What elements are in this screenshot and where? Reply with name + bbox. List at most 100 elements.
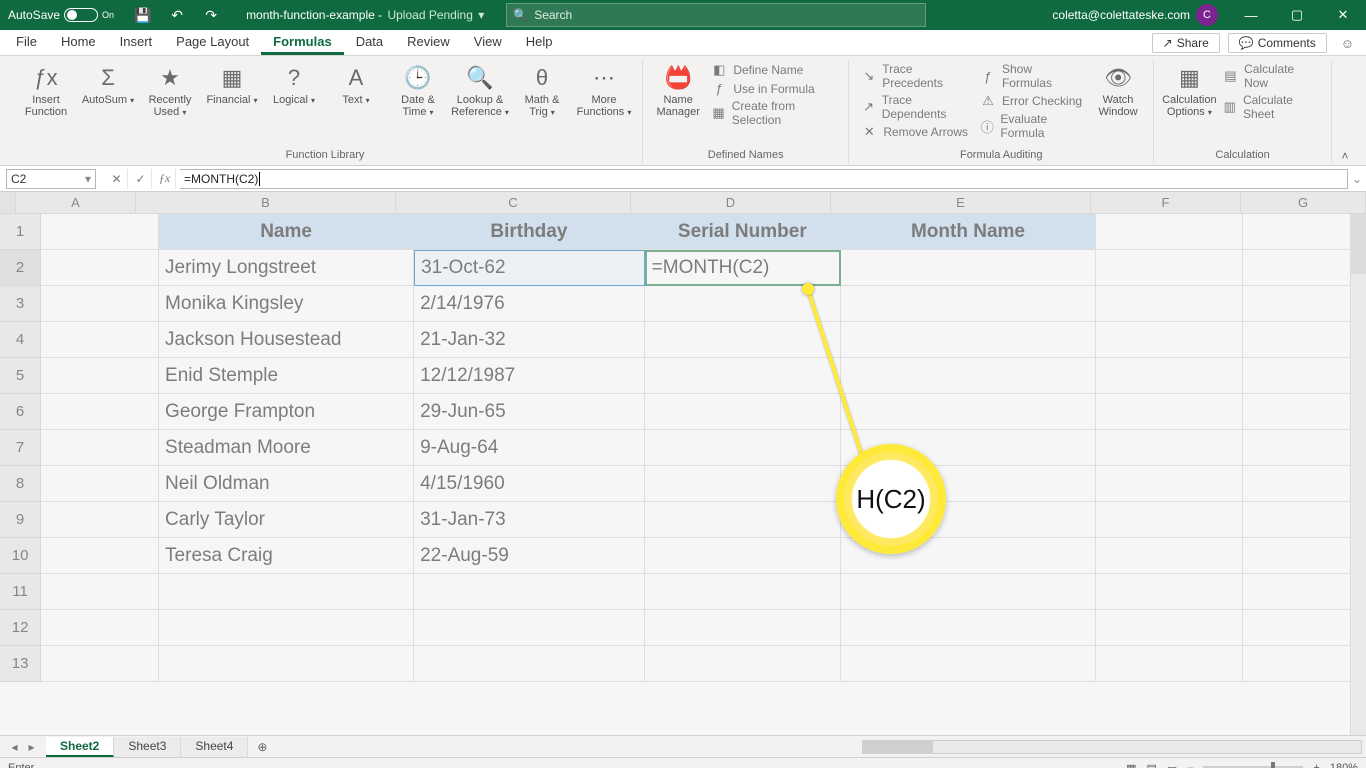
cell-G6[interactable] xyxy=(1243,394,1366,430)
cell-B1[interactable]: Name xyxy=(159,214,414,250)
sheet-tab-sheet3[interactable]: Sheet3 xyxy=(114,737,181,757)
evaluate-formula-button[interactable]: ⓘEvaluate Formula xyxy=(980,112,1085,140)
row-header-10[interactable]: 10 xyxy=(0,538,41,574)
cell-D1[interactable]: Serial Number xyxy=(645,214,841,250)
cell-C9[interactable]: 31-Jan-73 xyxy=(414,502,645,538)
cell-B8[interactable]: Neil Oldman xyxy=(159,466,414,502)
calculate-now-button[interactable]: ▤Calculate Now xyxy=(1223,62,1319,90)
row-header-6[interactable]: 6 xyxy=(0,394,41,430)
trace-dependents-button[interactable]: ↗Trace Dependents xyxy=(861,93,970,121)
sheet-tab-sheet2[interactable]: Sheet2 xyxy=(46,737,114,757)
cell-C7[interactable]: 9-Aug-64 xyxy=(414,430,645,466)
cell-C10[interactable]: 22-Aug-59 xyxy=(414,538,645,574)
more-functions-button[interactable]: ⋯MoreFunctions ▾ xyxy=(574,60,634,122)
expand-formula-bar-button[interactable]: ⌄ xyxy=(1348,172,1366,186)
cell-C2[interactable]: 31-Oct-62 xyxy=(414,250,645,286)
cell-E5[interactable] xyxy=(841,358,1096,394)
cell-G12[interactable] xyxy=(1243,610,1366,646)
user-account[interactable]: coletta@colettateske.com C xyxy=(1042,4,1228,26)
lookup-reference-button[interactable]: 🔍Lookup &Reference ▾ xyxy=(450,60,510,122)
zoom-in-button[interactable]: + xyxy=(1313,762,1319,768)
cell-D9[interactable] xyxy=(645,502,841,538)
cell-A4[interactable] xyxy=(41,322,159,358)
row-header-2[interactable]: 2 xyxy=(0,250,41,286)
row-header-9[interactable]: 9 xyxy=(0,502,41,538)
define-name-button[interactable]: ◧Define Name xyxy=(711,62,836,78)
formula-input[interactable]: =MONTH(C2) xyxy=(180,169,1348,189)
math-trig-button[interactable]: θMath &Trig ▾ xyxy=(512,60,572,122)
cell-B3[interactable]: Monika Kingsley xyxy=(159,286,414,322)
remove-arrows-button[interactable]: ✕Remove Arrows xyxy=(861,124,970,140)
cell-C6[interactable]: 29-Jun-65 xyxy=(414,394,645,430)
cell-B11[interactable] xyxy=(159,574,414,610)
cell-B10[interactable]: Teresa Craig xyxy=(159,538,414,574)
column-header-A[interactable]: A xyxy=(16,192,136,213)
comments-button[interactable]: 💬Comments xyxy=(1228,33,1327,53)
row-header-3[interactable]: 3 xyxy=(0,286,41,322)
cell-B2[interactable]: Jerimy Longstreet xyxy=(159,250,414,286)
logical-button[interactable]: ?Logical ▾ xyxy=(264,60,324,110)
cell-A10[interactable] xyxy=(41,538,159,574)
smiley-icon[interactable]: ☺ xyxy=(1335,36,1360,51)
cell-D5[interactable] xyxy=(645,358,841,394)
cell-C1[interactable]: Birthday xyxy=(414,214,645,250)
cell-G13[interactable] xyxy=(1243,646,1366,682)
cell-F4[interactable] xyxy=(1096,322,1243,358)
maximize-button[interactable]: ▢ xyxy=(1274,0,1320,30)
cell-E6[interactable] xyxy=(841,394,1096,430)
sheet-nav[interactable]: ◂▸ xyxy=(0,740,46,754)
calculate-sheet-button[interactable]: ▥Calculate Sheet xyxy=(1223,93,1319,121)
use-in-formula-button[interactable]: ƒUse in Formula xyxy=(711,81,836,96)
toggle-switch[interactable] xyxy=(64,8,98,22)
cell-B12[interactable] xyxy=(159,610,414,646)
cell-C8[interactable]: 4/15/1960 xyxy=(414,466,645,502)
zoom-level[interactable]: 180% xyxy=(1330,762,1358,768)
horizontal-scrollbar[interactable] xyxy=(276,740,1366,754)
cell-A12[interactable] xyxy=(41,610,159,646)
row-header-5[interactable]: 5 xyxy=(0,358,41,394)
cell-G5[interactable] xyxy=(1243,358,1366,394)
undo-icon[interactable]: ↶ xyxy=(164,4,190,26)
tab-file[interactable]: File xyxy=(4,30,49,55)
cell-A2[interactable] xyxy=(41,250,159,286)
cell-F8[interactable] xyxy=(1096,466,1243,502)
view-normal-icon[interactable]: ▦ xyxy=(1126,762,1136,768)
row-header-4[interactable]: 4 xyxy=(0,322,41,358)
watch-window-button[interactable]: 👁WatchWindow xyxy=(1091,60,1145,122)
recently-used-button[interactable]: ★RecentlyUsed ▾ xyxy=(140,60,200,122)
column-header-B[interactable]: B xyxy=(136,192,396,213)
cancel-formula-button[interactable]: ✕ xyxy=(106,169,128,189)
tab-home[interactable]: Home xyxy=(49,30,108,55)
cell-A1[interactable] xyxy=(41,214,159,250)
column-header-C[interactable]: C xyxy=(396,192,631,213)
search-box[interactable]: 🔍 Search xyxy=(506,3,926,27)
cell-F1[interactable] xyxy=(1096,214,1243,250)
cell-C13[interactable] xyxy=(414,646,645,682)
row-header-7[interactable]: 7 xyxy=(0,430,41,466)
cell-D11[interactable] xyxy=(645,574,841,610)
column-header-G[interactable]: G xyxy=(1241,192,1366,213)
show-formulas-button[interactable]: ƒShow Formulas xyxy=(980,62,1085,90)
cell-F2[interactable] xyxy=(1096,250,1243,286)
cell-G1[interactable] xyxy=(1243,214,1366,250)
cell-B13[interactable] xyxy=(159,646,414,682)
cell-G11[interactable] xyxy=(1243,574,1366,610)
cell-A9[interactable] xyxy=(41,502,159,538)
tab-review[interactable]: Review xyxy=(395,30,462,55)
sheet-tab-sheet4[interactable]: Sheet4 xyxy=(181,737,248,757)
cell-D13[interactable] xyxy=(645,646,841,682)
row-header-1[interactable]: 1 xyxy=(0,214,41,250)
text-button[interactable]: AText ▾ xyxy=(326,60,386,110)
column-header-D[interactable]: D xyxy=(631,192,831,213)
tab-formulas[interactable]: Formulas xyxy=(261,30,344,55)
zoom-out-button[interactable]: – xyxy=(1187,762,1193,768)
cell-D7[interactable] xyxy=(645,430,841,466)
name-manager-button[interactable]: 📛NameManager xyxy=(651,60,705,122)
cell-G4[interactable] xyxy=(1243,322,1366,358)
cell-B5[interactable]: Enid Stemple xyxy=(159,358,414,394)
cell-E12[interactable] xyxy=(841,610,1096,646)
cell-D2[interactable]: =MONTH(C2) xyxy=(645,250,841,286)
cell-F10[interactable] xyxy=(1096,538,1243,574)
date-time-button[interactable]: 🕒Date &Time ▾ xyxy=(388,60,448,122)
tab-data[interactable]: Data xyxy=(344,30,395,55)
